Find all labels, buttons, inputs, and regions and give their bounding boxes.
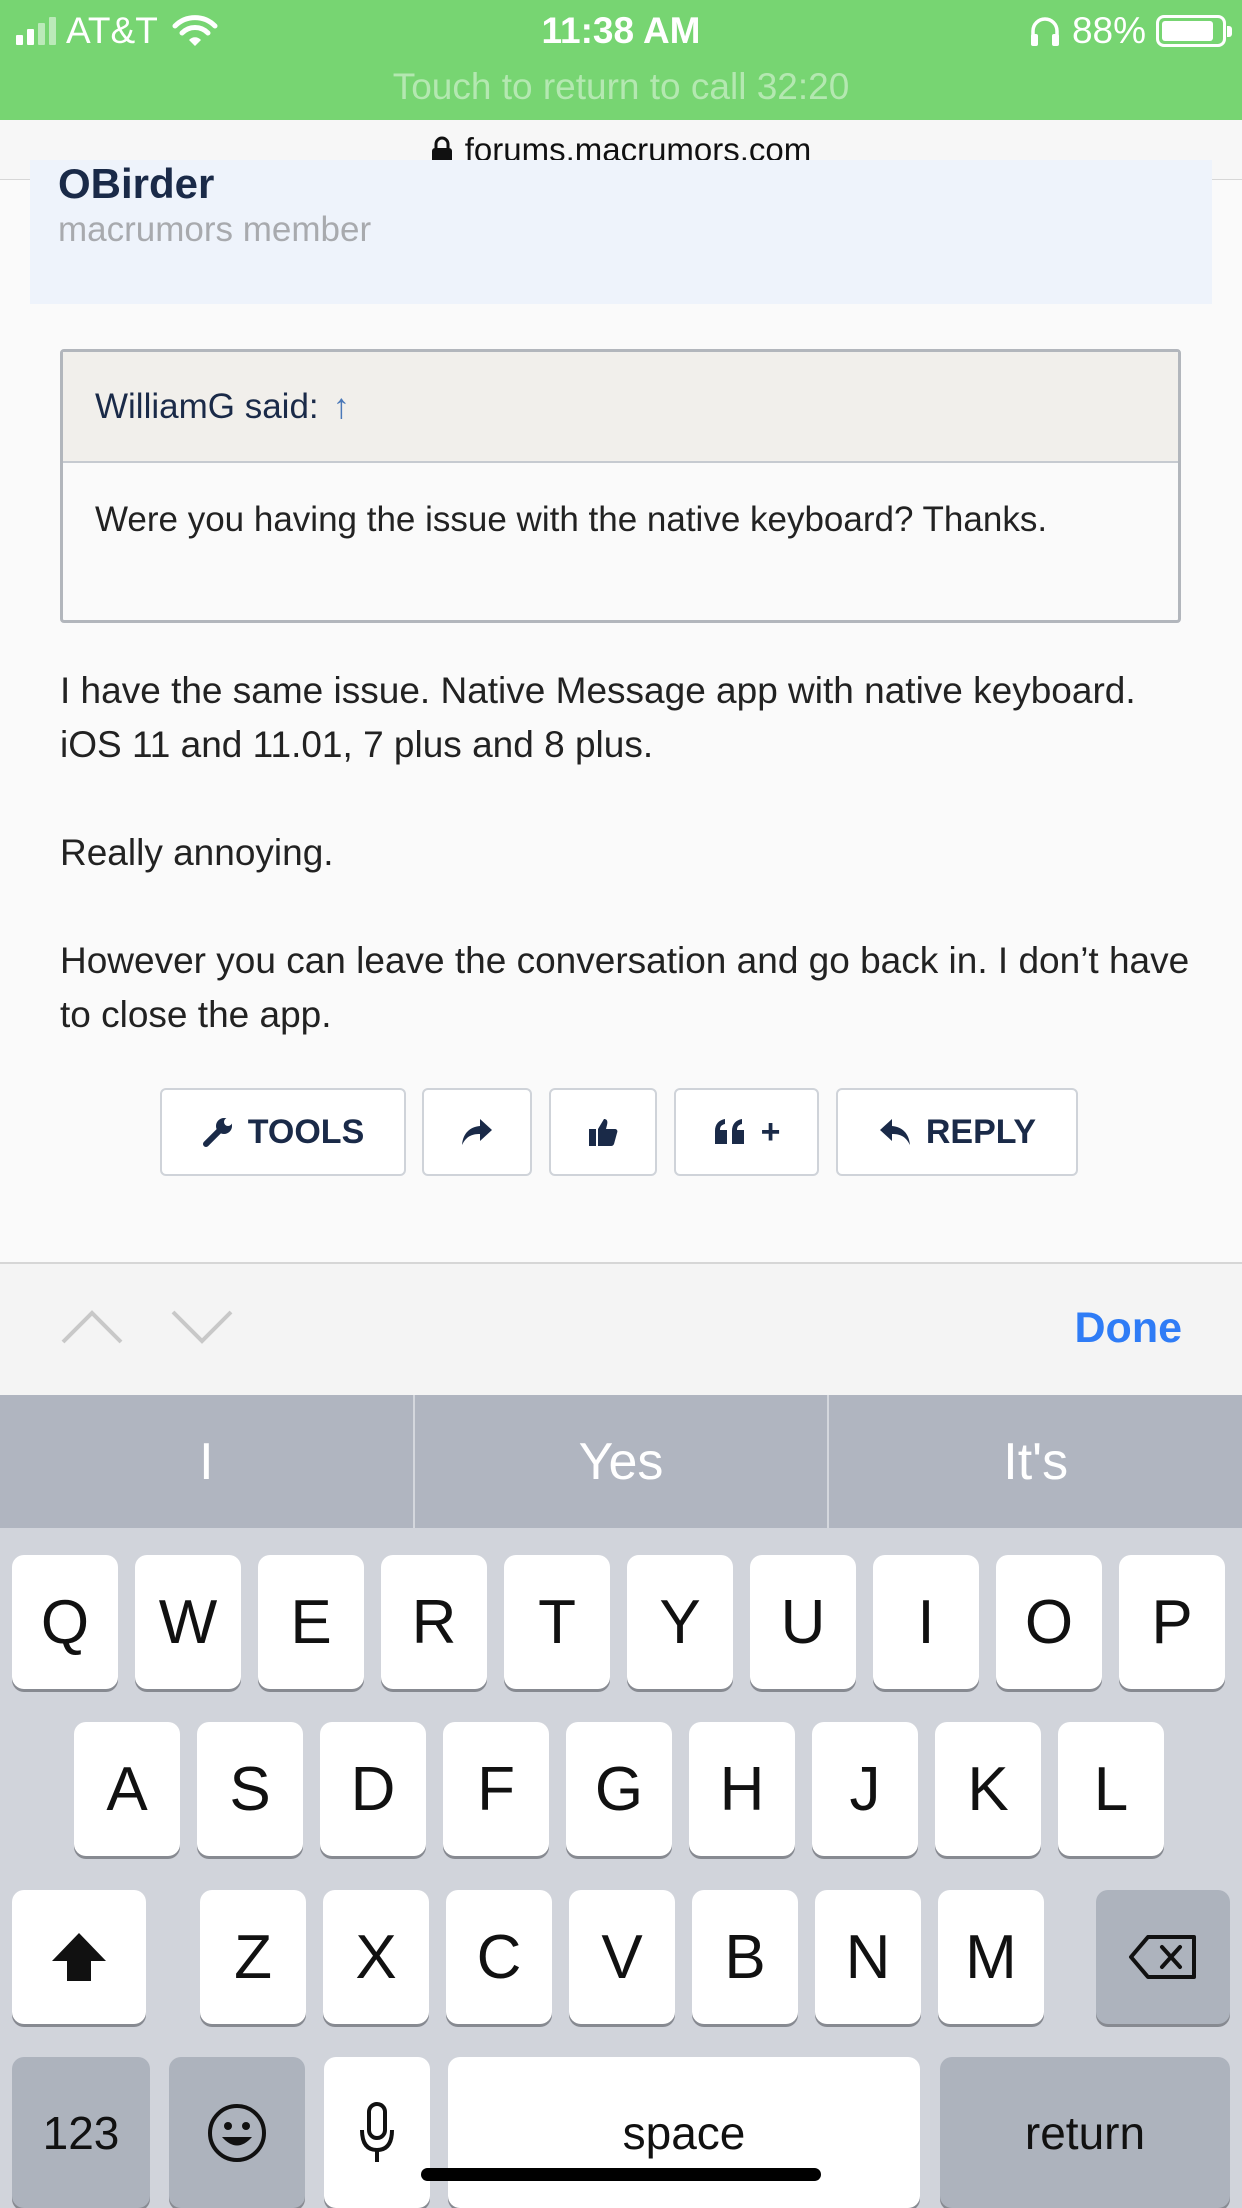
quote-text: Were you having the issue with the nativ… [95,500,1048,539]
post-paragraph: I have the same issue. Native Message ap… [60,670,1136,765]
multi-quote-button[interactable]: + [674,1088,819,1176]
headphones-icon [1030,17,1059,46]
key-o[interactable]: O [996,1555,1102,1689]
shift-arrow-icon [52,1933,106,1981]
key-h[interactable]: H [689,1722,795,1856]
emoji-icon [208,2103,266,2162]
key-v[interactable]: V [569,1890,675,2024]
delete-key[interactable] [1096,1890,1230,2024]
emoji-key[interactable] [169,2057,305,2208]
tools-button[interactable]: TOOLS [160,1088,406,1176]
reply-arrow-icon [879,1119,910,1145]
quote-author: WilliamG said: [95,386,319,426]
tools-label: TOOLS [247,1112,365,1151]
home-indicator [421,2168,821,2181]
battery-percent: 88% [1071,10,1146,51]
key-e[interactable]: E [258,1555,364,1689]
key-j[interactable]: J [812,1722,918,1856]
key-l[interactable]: L [1058,1722,1164,1856]
quote-plus-label: + [760,1112,781,1151]
key-y[interactable]: Y [627,1555,733,1689]
next-field-icon[interactable] [170,1309,234,1345]
prediction-item[interactable]: I [0,1395,413,1528]
status-right: 88% [1028,10,1232,52]
key-m[interactable]: M [938,1890,1044,2024]
key-r[interactable]: R [381,1555,487,1689]
previous-field-icon[interactable] [60,1309,124,1345]
post-paragraph: Really annoying. [60,832,334,873]
status-bar: AT&T 11:38 AM 88% Touch to return to cal… [0,0,1242,120]
author-title: macrumors member [58,210,372,249]
reply-label: REPLY [925,1112,1037,1151]
dictation-key[interactable] [324,2057,430,2208]
shift-key[interactable] [12,1890,146,2024]
microphone-icon [360,2101,394,2162]
key-k[interactable]: K [935,1722,1041,1856]
like-button[interactable] [549,1088,657,1176]
share-arrow-icon [462,1119,492,1145]
reply-button[interactable]: REPLY [836,1088,1078,1176]
key-w[interactable]: W [135,1555,241,1689]
key-g[interactable]: G [566,1722,672,1856]
key-n[interactable]: N [815,1890,921,2024]
prediction-item[interactable]: Yes [412,1395,828,1528]
post-author-block: OBirder macrumors member [30,160,1212,304]
call-banner[interactable]: Touch to return to call 32:20 [0,66,1242,108]
space-key[interactable]: space [448,2057,920,2208]
key-z[interactable]: Z [200,1890,306,2024]
key-b[interactable]: B [692,1890,798,2024]
quote-block: WilliamG said: ↑ Were you having the iss… [60,349,1181,623]
key-a[interactable]: A [74,1722,180,1856]
predictive-bar: I Yes It's [0,1395,1242,1528]
key-t[interactable]: T [504,1555,610,1689]
wrench-icon [202,1118,232,1147]
keyboard-accessory-bar: Done [0,1262,1242,1395]
key-q[interactable]: Q [12,1555,118,1689]
key-f[interactable]: F [443,1722,549,1856]
post-paragraph: However you can leave the conversation a… [60,940,1190,1035]
post-body: I have the same issue. Native Message ap… [60,664,1200,1096]
key-s[interactable]: S [197,1722,303,1856]
return-key[interactable]: return [940,2057,1230,2208]
key-d[interactable]: D [320,1722,426,1856]
key-c[interactable]: C [446,1890,552,2024]
author-name[interactable]: OBirder [58,160,214,208]
numbers-key[interactable]: 123 [12,2057,150,2208]
quote-icon [714,1119,744,1144]
key-i[interactable]: I [873,1555,979,1689]
quote-jump-arrow-icon[interactable]: ↑ [333,387,351,427]
backspace-icon [1129,1935,1196,1979]
key-u[interactable]: U [750,1555,856,1689]
quote-header: WilliamG said: ↑ [63,352,1178,463]
done-button[interactable]: Done [1075,1304,1183,1353]
key-p[interactable]: P [1119,1555,1225,1689]
battery-icon [1156,15,1232,47]
thumbs-up-icon [589,1119,618,1146]
prediction-item[interactable]: It's [827,1395,1242,1528]
key-x[interactable]: X [323,1890,429,2024]
share-button[interactable] [422,1088,532,1176]
